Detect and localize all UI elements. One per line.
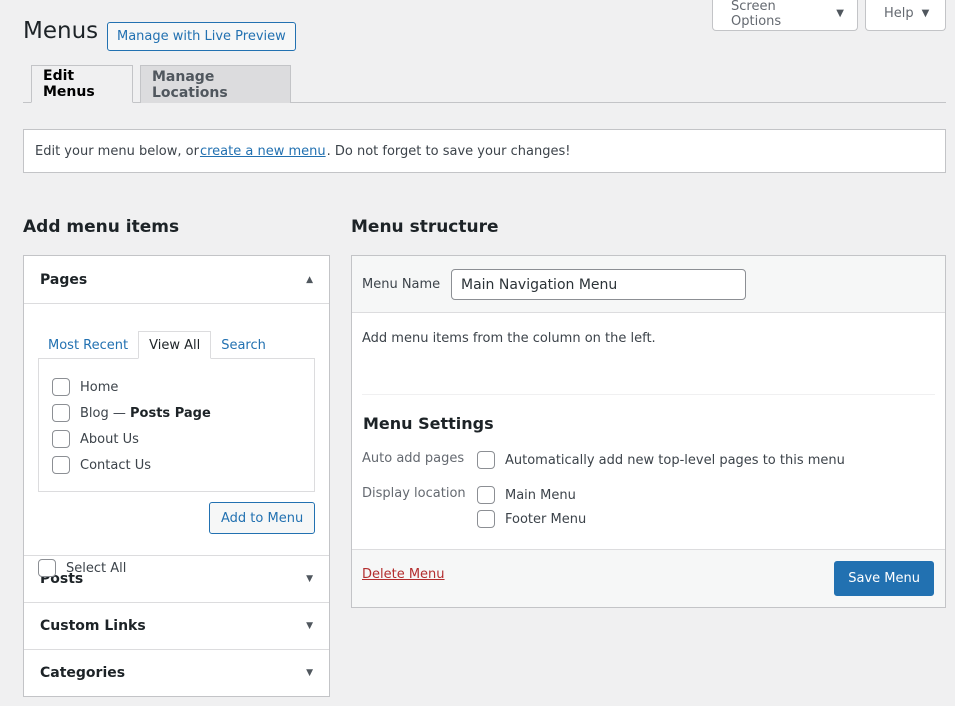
select-all-row[interactable]: Select All [38, 559, 126, 577]
auto-add-checkbox[interactable] [477, 451, 495, 469]
menu-name-input[interactable]: Main Navigation Menu [451, 269, 746, 300]
tab-edit-menus[interactable]: Edit Menus [31, 65, 133, 103]
tab-view-all[interactable]: View All [138, 331, 212, 359]
arrow-down-icon: ▼ [306, 621, 313, 631]
add-menu-items-heading: Add menu items [23, 217, 180, 237]
tab-manage-locations[interactable]: Manage Locations [140, 65, 291, 103]
caret-down-icon: ▼ [921, 8, 930, 19]
location-label: Main Menu [505, 487, 576, 503]
pages-list: Home Blog — Posts Page About Us Contact … [38, 358, 315, 492]
caret-down-icon: ▼ [836, 8, 844, 19]
pages-tabs: Most Recent View All Search [38, 331, 276, 359]
list-item[interactable]: Contact Us [52, 456, 151, 474]
location-main-menu[interactable]: Main Menu [477, 486, 576, 504]
accordion-custom-links-title: Custom Links [40, 618, 146, 634]
add-items-accordion: Pages ▲ Most Recent View All Search Home… [23, 255, 330, 697]
tab-most-recent[interactable]: Most Recent [38, 331, 138, 359]
live-preview-button[interactable]: Manage with Live Preview [107, 22, 296, 51]
create-menu-link[interactable]: create a new menu [200, 144, 326, 159]
menu-name-label: Menu Name [362, 277, 441, 292]
accordion-categories-header[interactable]: Categories ▼ [24, 649, 329, 696]
page-checkbox[interactable] [52, 404, 70, 422]
page-separator: — [108, 405, 131, 421]
delete-menu-link[interactable]: Delete Menu [362, 567, 445, 582]
arrow-down-icon: ▼ [306, 668, 313, 678]
page-label: About Us [80, 431, 139, 447]
notice-suffix: . Do not forget to save your changes! [326, 143, 571, 159]
menu-structure-heading: Menu structure [351, 217, 499, 237]
screen-options-label: Screen Options [731, 0, 782, 29]
page-checkbox[interactable] [52, 430, 70, 448]
menu-structure-panel: Menu Name Main Navigation Menu Add menu … [351, 255, 946, 608]
screen-options-button[interactable]: Screen Options ▼ [712, 0, 858, 31]
accordion-categories-title: Categories [40, 665, 126, 681]
auto-add-label: Auto add pages [362, 451, 465, 466]
list-item[interactable]: Home [52, 378, 118, 396]
tab-search[interactable]: Search [211, 331, 276, 359]
menu-header: Menu Name Main Navigation Menu [352, 256, 945, 313]
notice-prefix: Edit your menu below, or [35, 143, 199, 159]
page-label: Home [80, 379, 119, 395]
arrow-up-icon: ▲ [306, 274, 313, 285]
page-title: Menus [23, 18, 99, 44]
menu-settings-heading: Menu Settings [363, 414, 494, 433]
help-button[interactable]: Help ▼ [865, 0, 946, 31]
accordion-pages-header[interactable]: Pages ▲ [24, 256, 329, 303]
save-menu-button[interactable]: Save Menu [834, 561, 934, 596]
list-item[interactable]: Blog — Posts Page [52, 404, 211, 422]
posts-page-tag: Posts Page [130, 405, 211, 421]
location-checkbox[interactable] [477, 486, 495, 504]
auto-add-option-label: Automatically add new top-level pages to… [505, 452, 845, 468]
location-checkbox[interactable] [477, 510, 495, 528]
add-to-menu-button[interactable]: Add to Menu [209, 502, 316, 534]
select-all-label: Select All [66, 560, 127, 576]
display-location-label: Display location [362, 486, 466, 501]
page-label: Blog [80, 405, 109, 421]
notice-bar: Edit your menu below, or create a new me… [23, 129, 946, 173]
page-label: Contact Us [80, 457, 151, 473]
auto-add-option[interactable]: Automatically add new top-level pages to… [477, 451, 845, 469]
list-item[interactable]: About Us [52, 430, 139, 448]
page-checkbox[interactable] [52, 456, 70, 474]
settings-divider [362, 394, 935, 395]
select-all-checkbox[interactable] [38, 559, 56, 577]
empty-menu-hint: Add menu items from the column on the le… [362, 331, 656, 346]
accordion-custom-links-header[interactable]: Custom Links ▼ [24, 602, 329, 649]
help-label: Help [884, 6, 914, 21]
menu-footer: Delete Menu Save Menu [352, 549, 945, 607]
location-footer-menu[interactable]: Footer Menu [477, 510, 586, 528]
page-checkbox[interactable] [52, 378, 70, 396]
arrow-down-icon: ▼ [306, 574, 313, 584]
accordion-pages-title: Pages [40, 271, 88, 288]
location-label: Footer Menu [505, 511, 587, 527]
